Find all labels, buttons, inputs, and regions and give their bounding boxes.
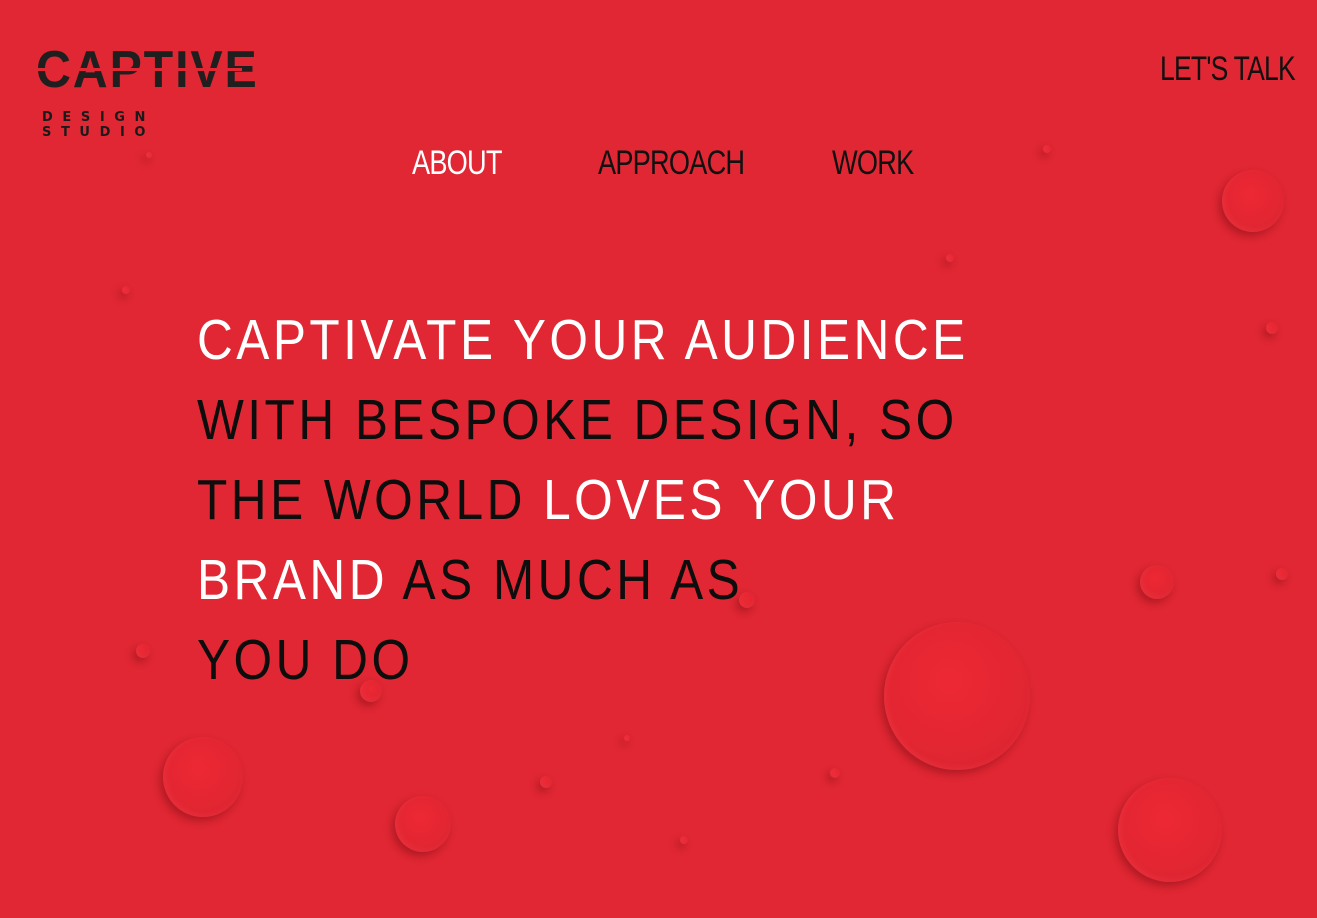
- nav-item-approach[interactable]: APPROACH: [598, 144, 745, 183]
- bubble-decoration: [624, 735, 630, 741]
- main-nav: ABOUT APPROACH WORK: [0, 144, 1317, 184]
- lets-talk-link[interactable]: LET'S TALK: [1160, 50, 1296, 89]
- headline-segment: THE WORLD: [197, 468, 544, 532]
- bubble-decoration: [1118, 778, 1222, 882]
- hero-headline: CAPTIVATE YOUR AUDIENCE WITH BESPOKE DES…: [197, 300, 965, 700]
- bubble-decoration: [1266, 322, 1278, 334]
- bubble-decoration: [163, 737, 243, 817]
- logo-stripe: [36, 68, 242, 71]
- bubble-decoration: [1140, 565, 1174, 599]
- headline-segment: AS MUCH AS: [402, 548, 744, 612]
- bubble-decoration: [830, 768, 840, 778]
- brand-logo[interactable]: CAPTIVE DESIGN STUDIO: [36, 44, 257, 140]
- bubble-decoration: [395, 796, 451, 852]
- bubble-decoration: [680, 836, 688, 844]
- headline-line: WITH BESPOKE DESIGN, SO: [197, 380, 954, 460]
- headline-line: THE WORLD LOVES YOUR: [197, 460, 896, 540]
- headline-segment: YOU DO: [197, 628, 414, 692]
- bubble-decoration: [136, 644, 150, 658]
- bubble-decoration: [122, 286, 130, 294]
- bubble-decoration: [946, 254, 954, 262]
- logo-subtitle: DESIGN STUDIO: [42, 110, 156, 140]
- nav-item-about[interactable]: ABOUT: [412, 144, 503, 183]
- headline-segment: BRAND: [197, 548, 403, 612]
- headline-segment: LOVES YOUR: [543, 468, 900, 532]
- headline-line: BRAND AS MUCH AS: [197, 540, 858, 620]
- headline-segment: CAPTIVATE YOUR AUDIENCE: [197, 308, 969, 372]
- headline-segment: WITH BESPOKE DESIGN, SO: [197, 388, 958, 452]
- nav-item-work[interactable]: WORK: [832, 144, 914, 183]
- bubble-decoration: [1276, 568, 1288, 580]
- headline-line: CAPTIVATE YOUR AUDIENCE: [197, 300, 965, 380]
- bubble-decoration: [884, 622, 1030, 770]
- bubble-decoration: [540, 776, 552, 788]
- headline-line: YOU DO: [197, 620, 858, 700]
